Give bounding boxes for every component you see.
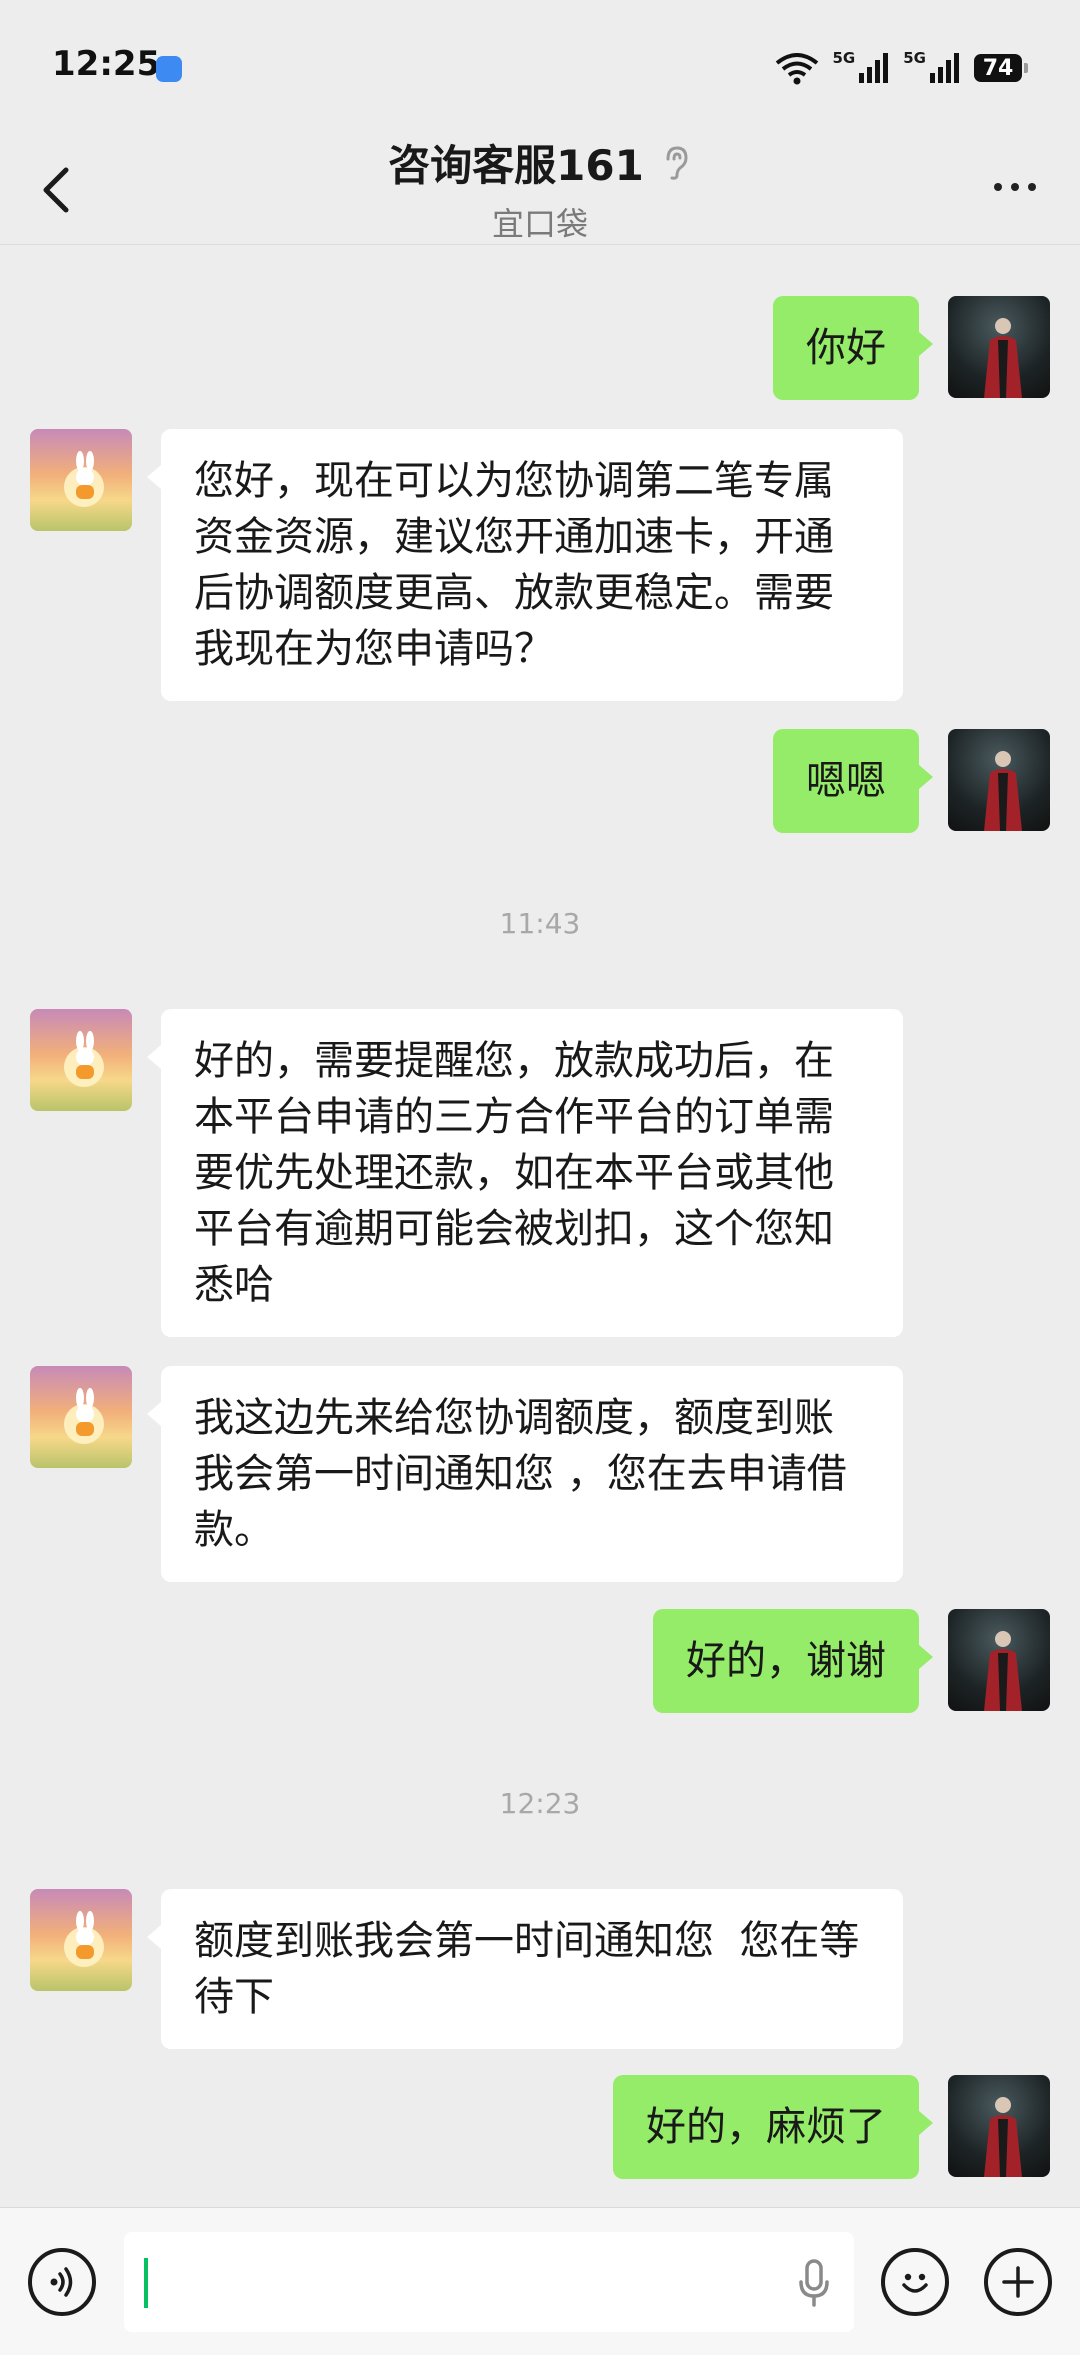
signal-label-2: 5G: [903, 49, 926, 67]
signal-icon-1: [859, 53, 889, 83]
user-avatar[interactable]: [948, 1609, 1050, 1711]
message-bubble-outgoing[interactable]: 嗯嗯: [773, 729, 933, 833]
user-avatar[interactable]: [948, 296, 1050, 398]
message-bubble-incoming[interactable]: 好的，需要提醒您，放款成功后，在本平台申请的三方合作平台的订单需要优先处理还款，…: [147, 1009, 903, 1337]
bunny-icon: [76, 1388, 94, 1436]
user-avatar-figure: [984, 2097, 1022, 2177]
plus-button[interactable]: [984, 2248, 1052, 2316]
message-bubble-incoming[interactable]: 额度到账我会第一时间通知您 您在等待下: [147, 1889, 903, 2049]
agent-avatar[interactable]: [30, 1366, 132, 1468]
chat-header: 咨询客服161 宜口袋: [0, 132, 1080, 245]
status-bar: 12:25 5G 5G 74: [0, 0, 1080, 132]
agent-avatar[interactable]: [30, 429, 132, 531]
battery-level: 74: [982, 55, 1014, 81]
chevron-left-icon: [43, 167, 69, 213]
message-input[interactable]: [124, 2232, 854, 2332]
plus-icon: [1002, 2266, 1034, 2298]
voice-icon: [50, 2267, 73, 2297]
more-dot: [1028, 183, 1036, 191]
back-button[interactable]: [30, 152, 90, 222]
user-avatar[interactable]: [948, 729, 1050, 831]
chat-subtitle: 宜口袋: [491, 205, 588, 243]
chat-title: 咨询客服161: [388, 141, 644, 190]
message-timestamp: 12:23: [499, 1787, 581, 1820]
message-timestamp: 11:43: [499, 907, 581, 940]
bunny-icon: [76, 1911, 94, 1959]
ear-icon: [666, 145, 688, 180]
battery-icon: 74: [974, 54, 1028, 82]
user-avatar-figure: [984, 1631, 1022, 1711]
agent-avatar[interactable]: [30, 1009, 132, 1111]
app-notification-icon: [156, 56, 182, 82]
user-avatar[interactable]: [948, 2075, 1050, 2177]
status-time: 12:25: [52, 44, 161, 84]
message-bubble-outgoing[interactable]: 好的，麻烦了: [613, 2075, 933, 2179]
message-bubble-outgoing[interactable]: 好的，谢谢: [653, 1609, 933, 1713]
bunny-icon: [76, 1031, 94, 1079]
message-bubble-incoming[interactable]: 我这边先来给您协调额度，额度到账我会第一时间通知您 ，您在去申请借款。: [147, 1366, 903, 1582]
signal-label-1: 5G: [832, 49, 856, 67]
signal-icon-2: [930, 53, 959, 83]
more-button[interactable]: [980, 162, 1050, 212]
more-dot: [1011, 183, 1019, 191]
emoji-button[interactable]: [881, 2248, 949, 2316]
wifi-icon: [775, 53, 818, 85]
message-bubble-outgoing[interactable]: 你好: [773, 296, 933, 400]
input-bar: [0, 2207, 1080, 2355]
status-icons: 5G 5G 74: [775, 48, 1028, 88]
emoji-icon: [902, 2273, 928, 2293]
header-titles: 咨询客服161 宜口袋: [240, 132, 840, 245]
user-avatar-figure: [984, 318, 1022, 398]
agent-avatar[interactable]: [30, 1889, 132, 1991]
mic-icon[interactable]: [796, 2258, 832, 2308]
chat-title-row: 咨询客服161: [388, 132, 692, 193]
more-dot: [994, 183, 1002, 191]
voice-button[interactable]: [28, 2248, 96, 2316]
bunny-icon: [76, 451, 94, 499]
user-avatar-figure: [984, 751, 1022, 831]
text-cursor: [144, 2258, 148, 2308]
message-bubble-incoming[interactable]: 您好，现在可以为您协调第二笔专属资金资源，建议您开通加速卡，开通后协调额度更高、…: [147, 429, 903, 701]
